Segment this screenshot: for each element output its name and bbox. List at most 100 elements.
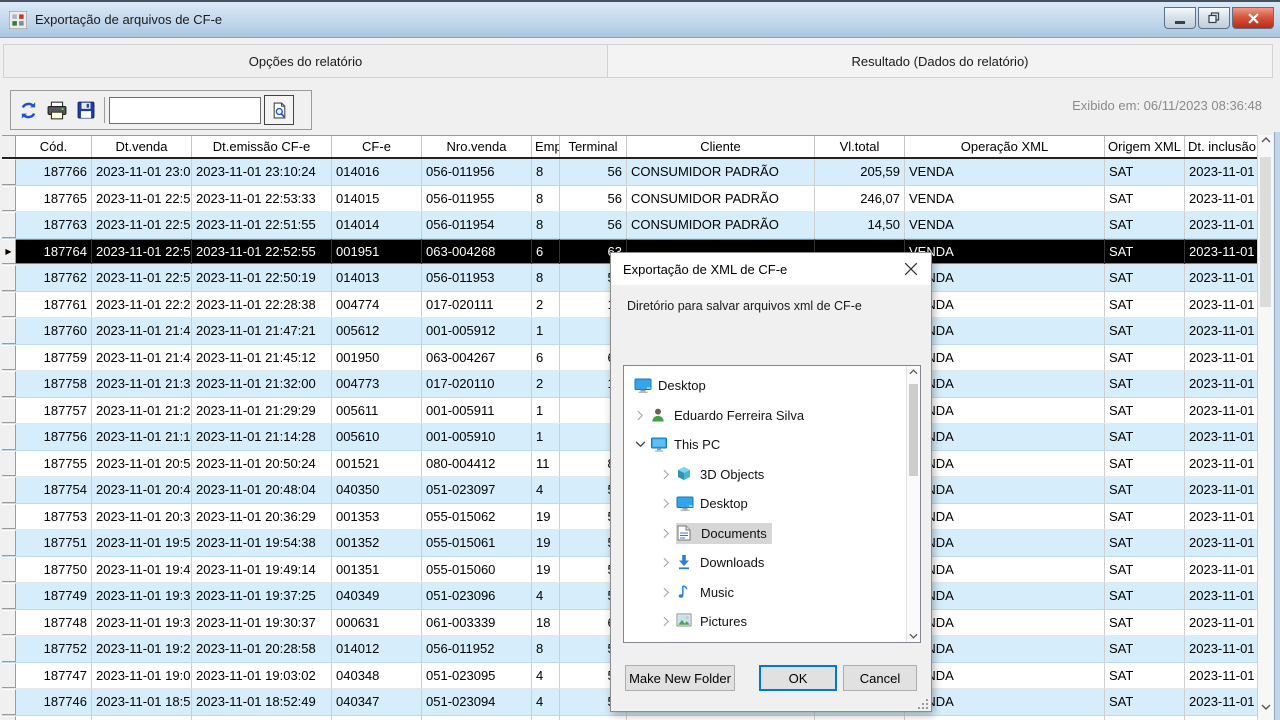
table-row[interactable]: 1877662023-11-01 23:09:252023-11-01 23:1… [2, 159, 1258, 186]
tree-item-this-pc[interactable]: This PC [624, 430, 920, 460]
cell-vl_total: 14,50 [815, 212, 905, 238]
scroll-up-icon[interactable] [1258, 137, 1273, 151]
column-header-operacao[interactable]: Operação XML [905, 136, 1105, 157]
tree-item-label: Documents [701, 526, 767, 541]
cell-dt_venda: 2023-11-01 22:53:00 [92, 186, 192, 212]
tree-scroll-down-icon[interactable] [907, 633, 920, 639]
column-header-emp[interactable]: Emp [532, 136, 560, 157]
cell-dt_inclusao: 2023-11-01 [1185, 265, 1258, 291]
cell-nro_venda: 063-004268 [422, 239, 532, 265]
chevron-down-icon[interactable] [630, 441, 650, 448]
cell-cod: 187748 [16, 610, 92, 636]
tree-item-documents[interactable]: Documents [624, 519, 920, 549]
cell-operacao: VENDA [905, 424, 1105, 450]
minimize-button[interactable] [1164, 7, 1196, 29]
table-row[interactable]: 1877632023-11-01 22:51:362023-11-01 22:5… [2, 212, 1258, 239]
chevron-right-icon[interactable] [656, 528, 676, 539]
cell-nro_venda: 001-005911 [422, 398, 532, 424]
row-gutter [2, 530, 16, 556]
row-gutter [2, 504, 16, 530]
cell-dt_emissao: 2023-11-01 18:52:49 [192, 689, 332, 715]
filter-input[interactable] [109, 97, 261, 124]
ok-button[interactable]: OK [759, 665, 837, 691]
chevron-right-icon[interactable] [656, 498, 676, 509]
tree-item-label: Pictures [700, 614, 747, 629]
tab-resultado[interactable]: Resultado (Dados do relatório) [608, 44, 1273, 78]
row-gutter [2, 477, 16, 503]
column-header-dt_venda[interactable]: Dt.venda [92, 136, 192, 157]
app-icon [9, 11, 27, 29]
cell-origem: SAT [1105, 451, 1185, 477]
chevron-right-icon[interactable] [656, 557, 676, 568]
pictures-icon [676, 613, 695, 630]
cell-operacao: VENDA [905, 636, 1105, 662]
tree-item-3d-objects[interactable]: 3D Objects [624, 460, 920, 490]
save-button[interactable] [74, 98, 98, 122]
chevron-right-icon[interactable] [656, 587, 676, 598]
cell-cfe: 014015 [332, 186, 422, 212]
cell-origem: SAT [1105, 212, 1185, 238]
make-new-folder-button[interactable]: Make New Folder [625, 665, 735, 691]
tree-item-desktop[interactable]: Desktop [624, 371, 920, 401]
cell-emp: 4 [532, 477, 560, 503]
cell-operacao: VENDA [905, 451, 1105, 477]
tree-item-pictures[interactable]: Pictures [624, 607, 920, 637]
tree-item-music[interactable]: Music [624, 578, 920, 608]
column-header-origem[interactable]: Origem XML [1105, 136, 1185, 157]
cell-dt_inclusao: 2023-11-01 [1185, 424, 1258, 450]
column-header-dt_emissao[interactable]: Dt.emissão CF-e [192, 136, 332, 157]
cell-dt_venda [92, 716, 192, 720]
tree-item-desktop[interactable]: Desktop [624, 489, 920, 519]
tab-opcoes-do-relatorio[interactable]: Opções do relatório [3, 44, 608, 78]
column-header-terminal[interactable]: Terminal [560, 136, 627, 157]
column-header-cliente[interactable]: Cliente [627, 136, 815, 157]
cell-dt_emissao: 2023-11-01 20:28:58 [192, 636, 332, 662]
preview-button[interactable] [264, 95, 294, 125]
cell-emp: 19 [532, 504, 560, 530]
cell-cod: 187746 [16, 689, 92, 715]
tree-item-eduardo-ferreira-silva[interactable]: Eduardo Ferreira Silva [624, 401, 920, 431]
cell-origem: SAT [1105, 530, 1185, 556]
dialog-directory-label: Diretório para salvar arquivos xml de CF… [627, 299, 862, 313]
cell-emp: 4 [532, 583, 560, 609]
column-header-cod[interactable]: Cód. [16, 136, 92, 157]
grid-scrollbar[interactable] [1257, 135, 1273, 720]
table-row[interactable] [2, 716, 1258, 720]
desktop-icon [676, 495, 695, 512]
tree-scroll-up-icon[interactable] [907, 369, 920, 375]
dialog-close-button[interactable] [901, 259, 921, 279]
table-row[interactable]: 1877652023-11-01 22:53:002023-11-01 22:5… [2, 186, 1258, 213]
cell-cfe: 014016 [332, 159, 422, 185]
restore-button[interactable] [1198, 7, 1230, 29]
tree-item-downloads[interactable]: Downloads [624, 548, 920, 578]
cell-origem: SAT [1105, 504, 1185, 530]
column-header-cfe[interactable]: CF-e [332, 136, 422, 157]
tree-scroll-thumb[interactable] [909, 384, 918, 476]
cell-dt_inclusao: 2023-11-01 [1185, 398, 1258, 424]
cell-dt_inclusao: 2023-11-01 [1185, 239, 1258, 265]
column-header-nro_venda[interactable]: Nro.venda [422, 136, 532, 157]
cancel-button[interactable]: Cancel [843, 665, 917, 691]
dialog-title: Exportação de XML de CF-e [623, 262, 787, 277]
close-button[interactable] [1232, 7, 1274, 29]
window-edge [1274, 132, 1280, 720]
scroll-down-icon[interactable] [1258, 704, 1273, 718]
cell-cfe: 004773 [332, 371, 422, 397]
cell-cod: 187751 [16, 530, 92, 556]
cell-cfe: 001521 [332, 451, 422, 477]
cell-cod: 187757 [16, 398, 92, 424]
tree-scrollbar[interactable] [906, 366, 920, 642]
cell-cfe: 001950 [332, 345, 422, 371]
cell-vl_total: 246,07 [815, 186, 905, 212]
resize-grip[interactable] [917, 697, 929, 709]
refresh-button[interactable] [16, 98, 40, 122]
column-header-dt_inclusao[interactable]: Dt. inclusão [1185, 136, 1258, 157]
chevron-right-icon[interactable] [656, 616, 676, 627]
cell-cod: 187762 [16, 265, 92, 291]
scroll-thumb[interactable] [1260, 157, 1271, 307]
print-button[interactable] [45, 98, 69, 122]
music-icon [676, 584, 695, 601]
column-header-vl_total[interactable]: Vl.total [815, 136, 905, 157]
chevron-right-icon[interactable] [630, 410, 650, 421]
chevron-right-icon[interactable] [656, 469, 676, 480]
